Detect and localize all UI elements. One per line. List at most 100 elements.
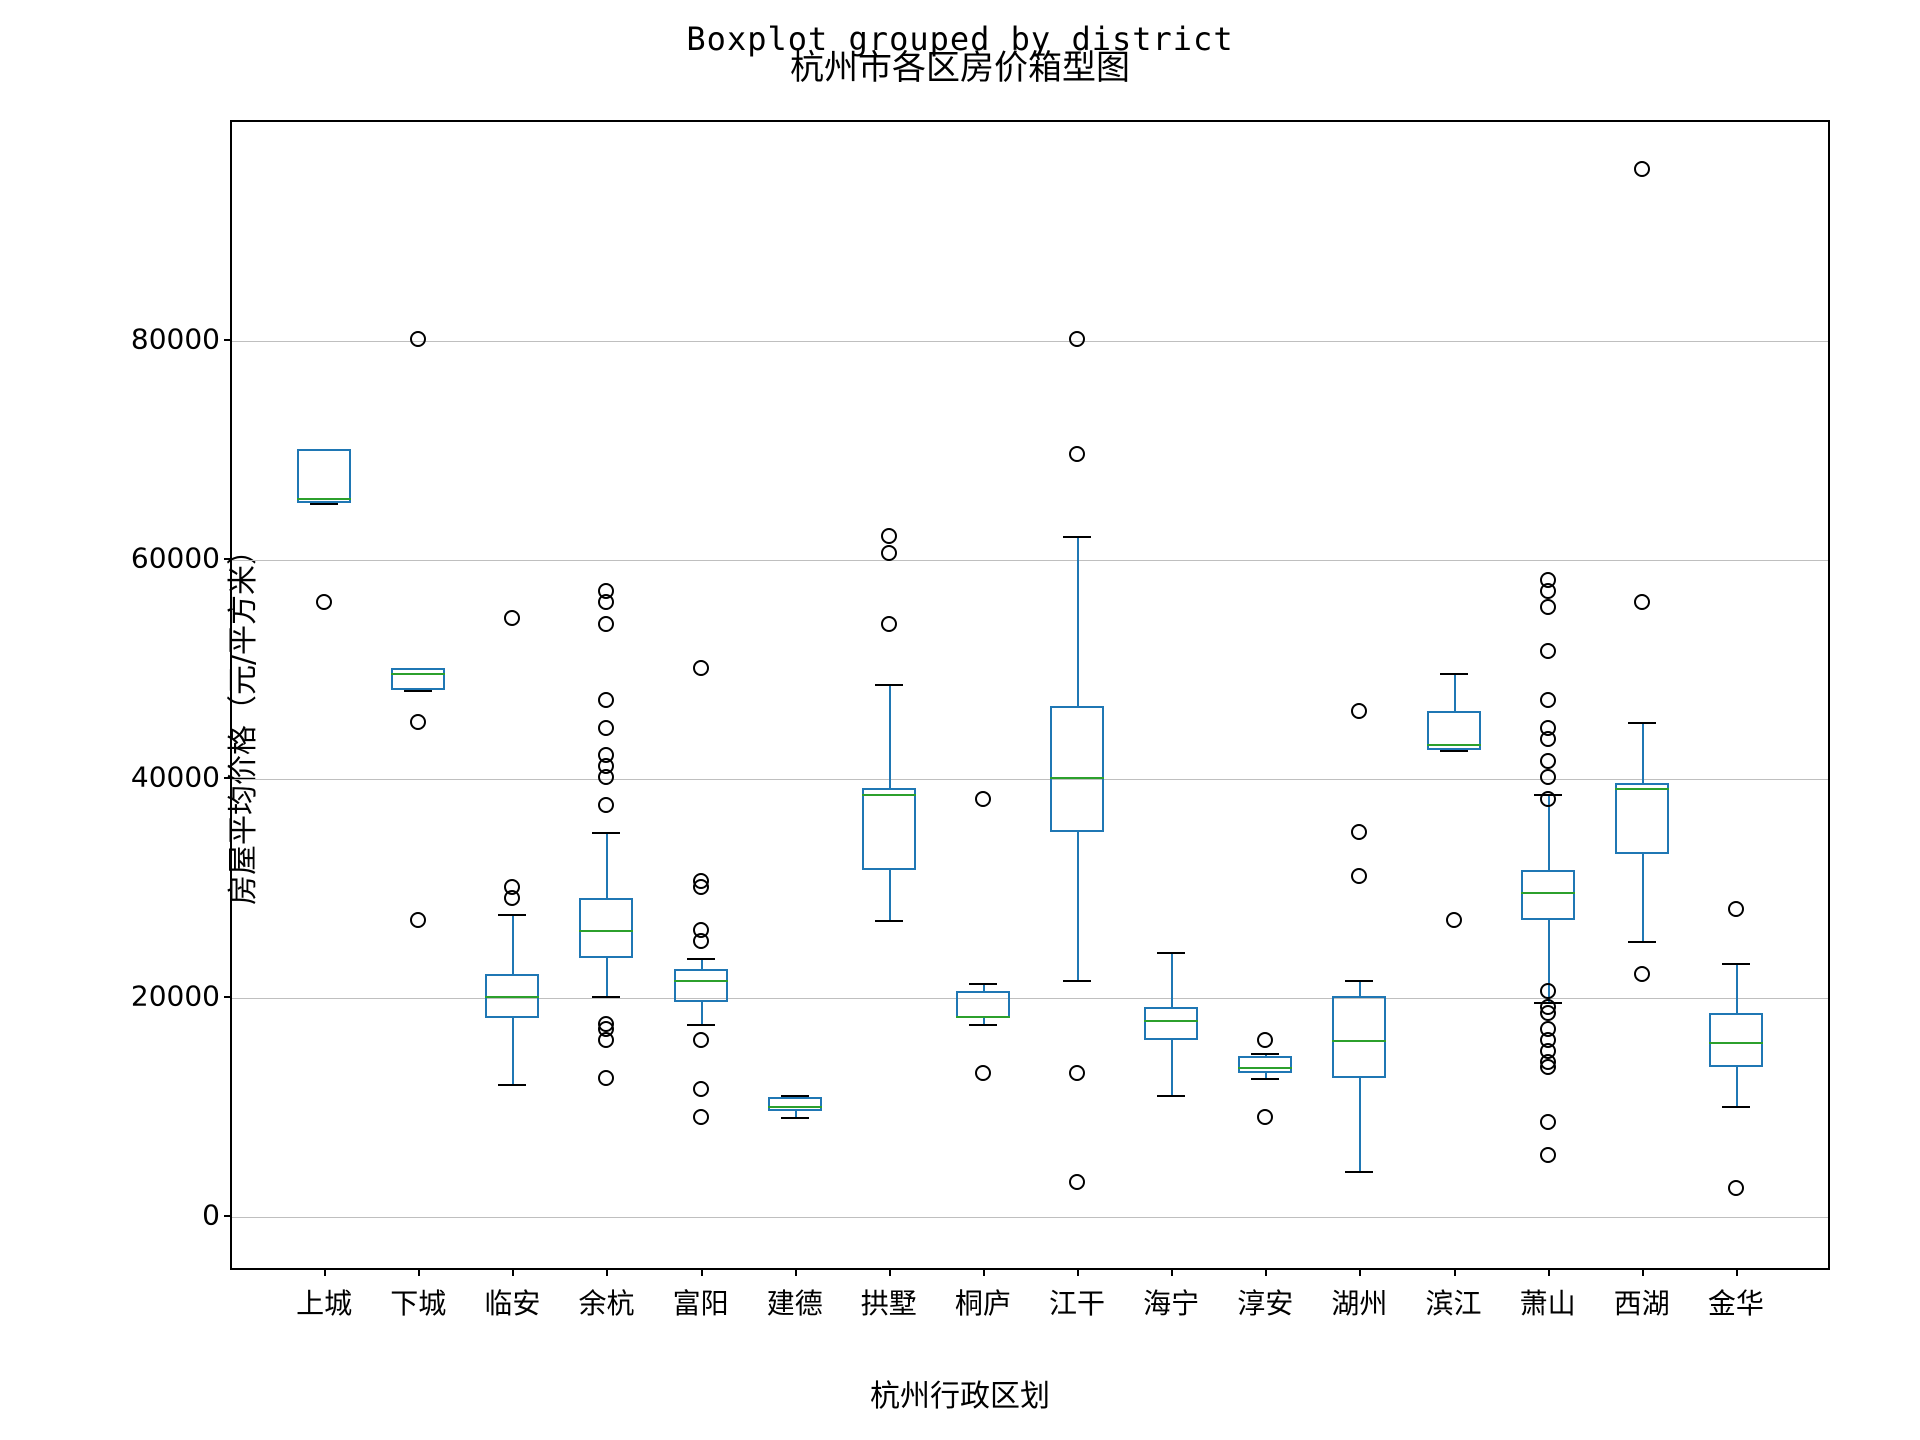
x-tick-mark [983, 1270, 985, 1276]
outlier-point [1540, 599, 1556, 615]
gridline-h [232, 560, 1828, 561]
outlier-point [693, 660, 709, 676]
whisker-cap [592, 832, 620, 834]
outlier-point [1728, 901, 1744, 917]
y-tick-label: 0 [120, 1199, 220, 1232]
whisker [701, 1002, 703, 1024]
outlier-point [1540, 753, 1556, 769]
whisker-cap [498, 1084, 526, 1086]
y-tick-mark [224, 339, 230, 341]
whisker-cap [1157, 1095, 1185, 1097]
whisker-cap [1440, 750, 1468, 752]
outlier-point [598, 1016, 614, 1032]
outlier-point [598, 720, 614, 736]
outlier-point [1257, 1032, 1273, 1048]
whisker-cap [969, 1024, 997, 1026]
plot-area [230, 120, 1830, 1270]
x-tick-mark [1359, 1270, 1361, 1276]
outlier-point [1069, 331, 1085, 347]
outlier-point [1540, 572, 1556, 588]
x-axis-label: 杭州行政区划 [0, 1371, 1920, 1415]
x-tick-mark [324, 1270, 326, 1276]
outlier-point [1634, 966, 1650, 982]
x-tick-mark [1642, 1270, 1644, 1276]
box [1050, 706, 1104, 832]
median-line [391, 673, 445, 675]
median-line [1521, 892, 1575, 894]
outlier-point [504, 879, 520, 895]
median-line [674, 980, 728, 982]
x-tick-mark [606, 1270, 608, 1276]
outlier-point [1540, 692, 1556, 708]
outlier-point [598, 747, 614, 763]
outlier-point [1351, 824, 1367, 840]
box [1332, 996, 1386, 1078]
gridline-h [232, 998, 1828, 999]
gridline-h [232, 779, 1828, 780]
median-line [579, 930, 633, 932]
whisker [889, 870, 891, 919]
x-tick-mark [701, 1270, 703, 1276]
y-tick-mark [224, 1215, 230, 1217]
x-tick-mark [1077, 1270, 1079, 1276]
x-tick-mark [889, 1270, 891, 1276]
y-tick-mark [224, 777, 230, 779]
box [1238, 1056, 1292, 1072]
whisker [1077, 832, 1079, 980]
outlier-point [1351, 703, 1367, 719]
whisker-cap [310, 503, 338, 505]
median-line [956, 1016, 1010, 1018]
x-tick-label: 湖州 [1331, 1282, 1387, 1322]
median-line [1238, 1067, 1292, 1069]
y-tick-mark [224, 996, 230, 998]
x-tick-label: 淳安 [1237, 1282, 1293, 1322]
outlier-point [1540, 1021, 1556, 1037]
whisker-cap [1722, 963, 1750, 965]
outlier-point [693, 1081, 709, 1097]
box [768, 1097, 822, 1111]
y-tick-label: 40000 [120, 761, 220, 794]
whisker-cap [1345, 980, 1373, 982]
outlier-point [598, 692, 614, 708]
median-line [1144, 1020, 1198, 1022]
x-tick-label: 富阳 [673, 1282, 729, 1322]
outlier-point [598, 583, 614, 599]
whisker-cap [592, 996, 620, 998]
whisker [1359, 980, 1361, 996]
outlier-point [598, 797, 614, 813]
whisker-cap [1628, 941, 1656, 943]
whisker [1359, 1078, 1361, 1171]
whisker [1642, 722, 1644, 782]
whisker [512, 914, 514, 974]
median-line [1427, 744, 1481, 746]
x-tick-label: 拱墅 [861, 1282, 917, 1322]
chart-stage: Boxplot grouped by district 杭州市各区房价箱型图 房… [0, 0, 1920, 1440]
whisker-cap [1628, 722, 1656, 724]
x-tick-label: 西湖 [1614, 1282, 1670, 1322]
box [862, 788, 916, 870]
outlier-point [1540, 999, 1556, 1015]
box [956, 991, 1010, 1018]
outlier-point [1257, 1109, 1273, 1125]
outlier-point [410, 331, 426, 347]
whisker-cap [875, 920, 903, 922]
y-tick-label: 60000 [120, 542, 220, 575]
box [1521, 870, 1575, 919]
outlier-point [1540, 769, 1556, 785]
x-tick-label: 滨江 [1426, 1282, 1482, 1322]
outlier-point [1540, 791, 1556, 807]
whisker [1171, 1040, 1173, 1095]
outlier-point [1728, 1180, 1744, 1196]
whisker-cap [875, 684, 903, 686]
x-tick-label: 余杭 [578, 1282, 634, 1322]
outlier-point [1540, 720, 1556, 736]
outlier-point [1634, 594, 1650, 610]
outlier-point [693, 1032, 709, 1048]
x-tick-label: 下城 [390, 1282, 446, 1322]
whisker [1736, 1067, 1738, 1105]
whisker-cap [687, 958, 715, 960]
x-tick-label: 临安 [484, 1282, 540, 1322]
box [579, 898, 633, 958]
x-tick-label: 桐庐 [955, 1282, 1011, 1322]
outlier-point [1634, 161, 1650, 177]
